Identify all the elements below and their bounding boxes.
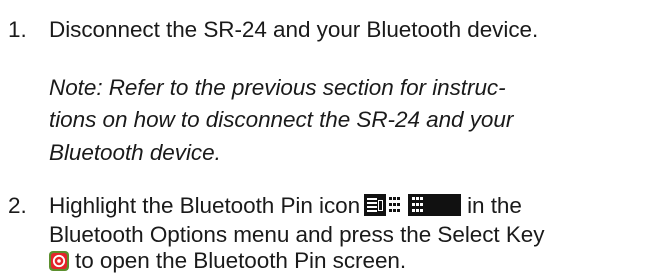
step-2-number: 2.	[8, 193, 27, 218]
note-text-3: Bluetooth device.	[49, 140, 221, 165]
step-2-line-3: to open the Bluetooth Pin screen.	[49, 247, 406, 274]
note-text-1: Note: Refer to the previous section for …	[49, 75, 506, 100]
bluetooth-pin-icon	[364, 194, 462, 216]
select-key-icon	[49, 251, 69, 271]
step-1-number: 1.	[8, 17, 27, 42]
step-2-line-1: Highlight the Bluetooth Pin icon in the	[49, 192, 522, 219]
step-1-text: Disconnect the SR-24 and your Bluetooth …	[49, 17, 539, 42]
instruction-document: 1. Disconnect the SR-24 and your Bluetoo…	[0, 0, 649, 273]
step-2-text-before-icon: Highlight the Bluetooth Pin icon	[49, 193, 361, 218]
step-2-line-2: Bluetooth Options menu and press the Sel…	[49, 222, 545, 247]
step-2-text-after-icon: in the	[467, 193, 522, 218]
step-2-text-line-3: to open the Bluetooth Pin screen.	[75, 248, 407, 273]
note-text-2: tions on how to disconnect the SR-24 and…	[49, 107, 514, 132]
